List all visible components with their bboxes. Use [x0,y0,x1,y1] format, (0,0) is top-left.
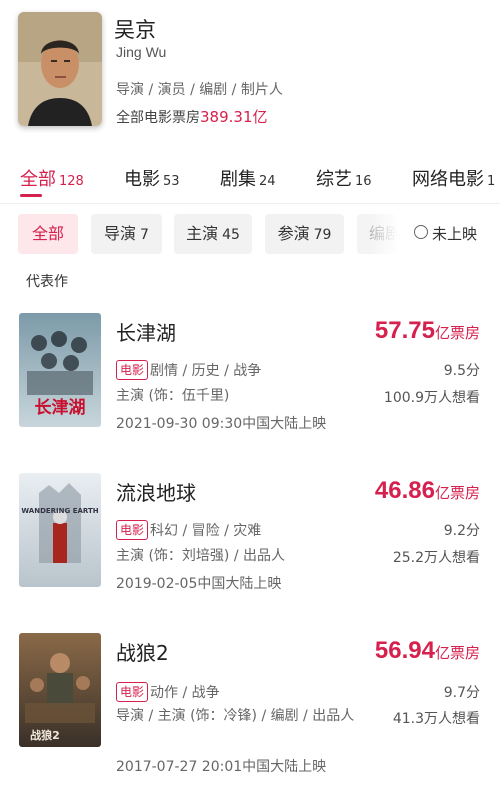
section-title: 代表作 [26,274,68,290]
filter-label: 参演 [277,224,310,243]
box-office-unit: 亿票房 [434,644,480,662]
poster-image: WANDERING EARTH [19,473,101,587]
poster-image: 长津湖 [19,313,101,427]
filter-lead[interactable]: 主演 45 [174,214,252,254]
movie-title: 流浪地球 [116,481,196,505]
tab-movies[interactable]: 电影 53 [124,165,180,191]
movie-title: 战狼2 [116,641,169,665]
movie-genres: 动作 / 战争 [150,685,220,701]
tab-count: 24 [259,174,276,189]
divider [0,203,500,204]
tab-web-movies[interactable]: 网络电影 1 [412,165,495,191]
box-office-value: 56.94 [374,637,435,664]
movie-release: 2019-02-05中国大陆上映 [116,576,282,592]
movie-box-office: 57.75亿票房 [375,317,480,345]
movie-release: 2017-07-27 20:01中国大陆上映 [116,759,327,775]
box-office-value: 57.75 [374,317,435,344]
chip-fade-overlay [370,214,404,254]
movie-score: 9.7分 [443,685,480,701]
poster-title: WANDERING EARTH [21,507,98,515]
filter-count: 79 [313,227,332,243]
movie-type-tag: 电影 [116,360,149,380]
unreleased-radio[interactable] [414,225,428,239]
filter-supporting[interactable]: 参演 79 [265,214,344,254]
tab-count: 128 [59,174,84,189]
tab-count: 1 [487,174,496,189]
tab-label: 综艺 [316,169,352,190]
filter-count: 7 [140,227,149,243]
movie-card[interactable]: WANDERING EARTH 流浪地球 46.86亿票房 电影 科幻 / 冒险… [0,460,500,610]
movie-want-count: 100.9万人想看 [383,390,480,406]
movie-want-count: 41.3万人想看 [392,711,480,727]
total-box-office-value: 389.31亿 [200,108,268,126]
poster-title: 战狼2 [30,728,60,742]
movie-genres: 剧情 / 历史 / 战争 [150,363,262,379]
person-name: 吴京 [114,18,156,42]
movie-box-office: 56.94亿票房 [375,637,480,665]
movie-poster: WANDERING EARTH [19,473,101,587]
movie-credit: 主演 (饰：刘培强) / 出品人 [116,548,285,564]
tab-web-movies-clip: 网络电影 1 [412,160,500,196]
tab-label: 网络电影 [412,169,484,190]
avatar[interactable] [18,12,102,126]
movie-credit: 主演 (饰：伍千里) [116,388,230,404]
filter-label: 导演 [104,224,137,243]
poster-image: 战狼2 [19,633,101,747]
movie-title: 长津湖 [116,321,176,345]
movie-card[interactable]: 长津湖 长津湖 57.75亿票房 电影 剧情 / 历史 / 战争 9.5分 主演… [0,300,500,450]
movie-poster: 长津湖 [19,313,101,427]
movie-release: 2021-09-30 09:30中国大陆上映 [116,416,327,432]
box-office-unit: 亿票房 [434,324,480,342]
movie-score: 9.5分 [443,363,480,379]
box-office-unit: 亿票房 [434,484,480,502]
filter-label: 全部 [31,224,64,243]
tab-label: 剧集 [220,169,256,190]
box-office-value: 46.86 [374,477,435,504]
tab-count: 16 [355,174,372,189]
tab-label: 电影 [124,169,160,190]
filter-director[interactable]: 导演 7 [91,214,162,254]
filter-count: 45 [222,227,240,243]
avatar-image [18,12,102,126]
movie-credit: 导演 / 主演 (饰：冷锋) / 编剧 / 出品人 [116,708,355,724]
total-box-office: 全部电影票房389.31亿 [116,106,268,127]
tab-label: 全部 [20,169,56,190]
person-name-en: Jing Wu [116,44,167,60]
movie-want-count: 25.2万人想看 [392,550,480,566]
poster-title: 长津湖 [35,397,86,418]
tab-series[interactable]: 剧集 24 [220,165,276,191]
person-roles: 导演 / 演员 / 编剧 / 制片人 [116,82,283,98]
movie-type-tag: 电影 [116,682,149,702]
filter-all[interactable]: 全部 [18,214,78,254]
active-tab-indicator [20,194,42,197]
tab-all[interactable]: 全部 128 [20,165,84,191]
movie-card[interactable]: 战狼2 战狼2 56.94亿票房 电影 动作 / 战争 9.7分 导演 / 主演… [0,620,500,788]
unreleased-label[interactable]: 未上映 [432,223,477,244]
movie-poster: 战狼2 [19,633,101,747]
tab-count: 53 [163,174,180,189]
movie-box-office: 46.86亿票房 [375,477,480,505]
movie-genres: 科幻 / 冒险 / 灾难 [150,523,262,539]
movie-type-tag: 电影 [116,520,149,540]
total-box-office-label: 全部电影票房 [116,110,200,126]
filter-label: 主演 [186,224,219,243]
movie-score: 9.2分 [443,523,480,539]
tab-variety[interactable]: 综艺 16 [316,165,372,191]
